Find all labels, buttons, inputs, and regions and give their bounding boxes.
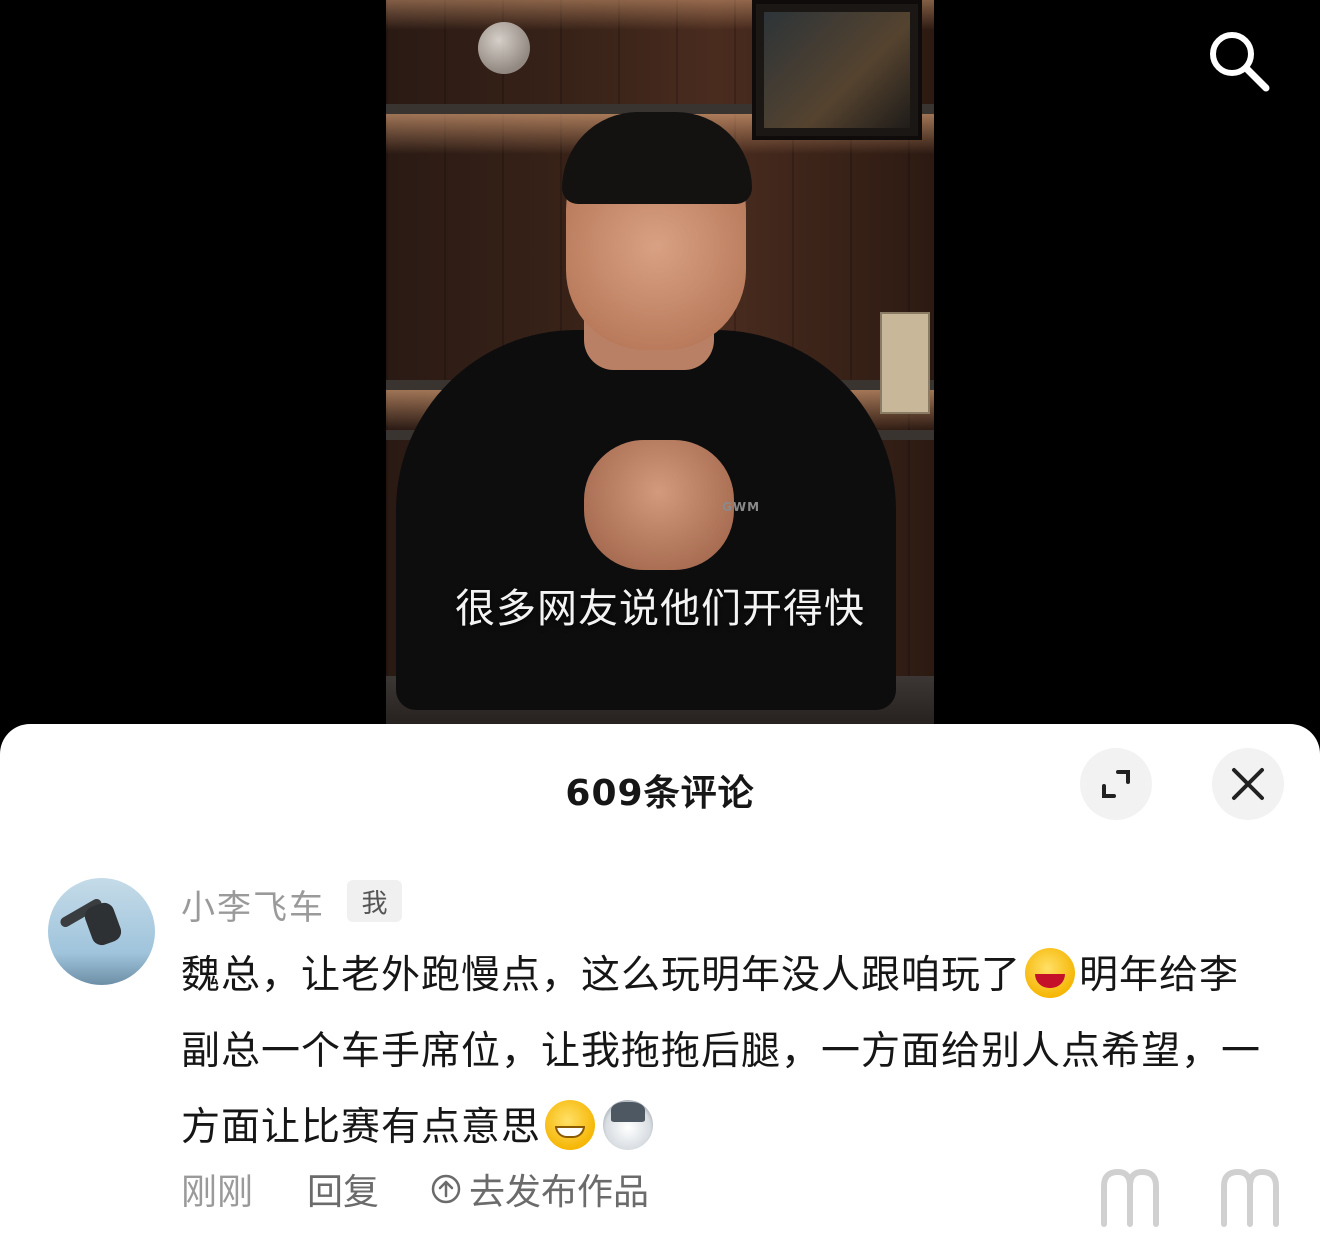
comment-text[interactable]: 魏总，让老外跑慢点，这么玩明年没人跟咱玩了 明年给李副总一个车手席位，让我拖拖后腿…	[181, 938, 1271, 1166]
search-icon[interactable]	[1204, 26, 1272, 94]
close-icon	[1232, 768, 1264, 800]
reply-button[interactable]: 回复	[307, 1163, 379, 1215]
comment-text-part-1: 魏总，让老外跑慢点，这么玩明年没人跟咱玩了	[181, 953, 1022, 998]
shirt-logo: GWM	[722, 500, 761, 514]
dislike-button[interactable]	[1216, 1164, 1286, 1230]
video-frame[interactable]: GWM 很多网友说他们开得快	[386, 0, 934, 724]
video-subtitle: 很多网友说他们开得快	[455, 586, 865, 632]
speaker-hands	[584, 440, 734, 570]
comment-time: 刚刚	[181, 1172, 254, 1213]
upload-circle-icon	[431, 1174, 461, 1204]
avatar-figure	[82, 900, 124, 948]
thumb-icon	[1101, 1168, 1159, 1227]
husky-dog-emoji-icon	[603, 1100, 654, 1150]
expand-button[interactable]	[1080, 748, 1152, 820]
me-badge: 我	[347, 880, 402, 922]
speaker-hair	[562, 112, 752, 204]
publish-work-button[interactable]: 去发布作品	[431, 1163, 649, 1215]
grinning-emoji-icon	[545, 1100, 596, 1150]
close-button[interactable]	[1212, 748, 1284, 820]
video-player[interactable]: GWM 很多网友说他们开得快	[0, 0, 1320, 740]
laughing-crying-emoji-icon	[1025, 948, 1076, 998]
comment-meta: 刚刚 回复 去发布作品	[181, 1164, 649, 1214]
comment-username[interactable]: 小李飞车	[181, 880, 325, 929]
comments-panel: 609条评论 小李飞车 我 魏总，让老外跑慢点，这么玩明年没人跟咱玩了 明年给李副…	[0, 724, 1320, 1243]
publish-work-label: 去发布作品	[469, 1172, 650, 1213]
avatar[interactable]	[48, 878, 155, 985]
expand-icon	[1102, 770, 1130, 798]
like-button[interactable]	[1096, 1164, 1166, 1230]
thumb-icon	[1221, 1168, 1279, 1227]
